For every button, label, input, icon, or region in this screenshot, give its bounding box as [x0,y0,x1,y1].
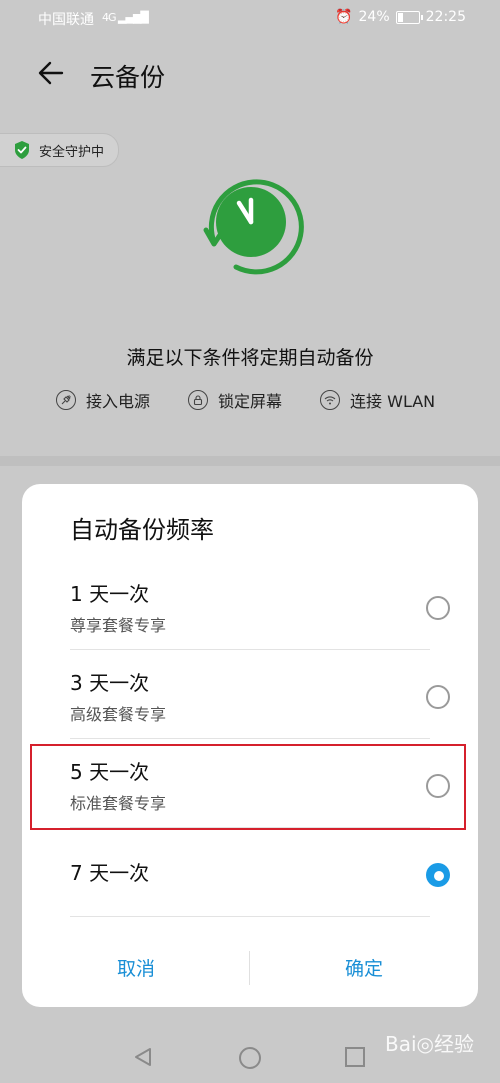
option-label: 3 天一次 [70,671,150,695]
condition-lock: 锁定屏幕 [188,388,282,412]
option-3-days[interactable]: 3 天一次 高级套餐专享 [70,651,450,739]
section-divider [0,456,500,466]
radio-button-selected[interactable] [426,863,450,887]
clock-time: 22:25 [425,9,466,25]
option-1-day[interactable]: 1 天一次 尊享套餐专享 [70,562,450,650]
condition-label: 接入电源 [86,392,151,411]
wifi-icon [320,390,341,410]
conditions-list: 接入电源 锁定屏幕 连接 WLAN [56,388,435,412]
option-divider [70,649,430,650]
lock-icon [188,390,209,410]
conditions-title: 满足以下条件将定期自动备份 [126,347,374,369]
option-label: 7 天一次 [70,861,150,885]
status-right: ⏰ 24% 22:25 [335,9,466,25]
battery-percent: 24% [358,9,390,25]
condition-power: 接入电源 [56,388,150,412]
nav-back-icon[interactable] [132,1046,154,1068]
battery-icon [395,10,423,24]
highlight-box [30,744,466,830]
condition-label: 连接 WLAN [350,392,436,411]
confirm-button[interactable]: 确定 [250,944,478,994]
shield-check-icon [15,141,29,159]
option-label: 1 天一次 [70,582,150,606]
condition-label: 锁定屏幕 [218,392,283,411]
badge-label: 安全守护中 [39,144,105,160]
dialog-title: 自动备份频率 [70,516,214,544]
alarm-icon: ⏰ [335,9,353,25]
radio-button[interactable] [426,596,450,620]
option-sub: 尊享套餐专享 [70,616,167,635]
option-7-days[interactable]: 7 天一次 [70,829,450,917]
status-bar: 中国联通 4G ▂▄▆█ ⏰ 24% 22:25 [0,0,500,36]
cancel-button[interactable]: 取消 [22,944,250,994]
watermark: Bai◎经验 [385,1032,474,1056]
nav-recents-icon[interactable] [344,1046,366,1068]
carrier-label: 中国联通 [38,12,94,28]
option-sub: 高级套餐专享 [70,705,167,724]
backup-clock-icon [203,179,304,275]
back-arrow-icon[interactable] [36,58,66,88]
option-divider [70,738,430,739]
security-badge[interactable]: 安全守护中 [0,133,120,167]
nav-home-icon[interactable] [238,1046,262,1070]
signal-icon: 4G ▂▄▆█ [102,11,149,24]
plug-icon [56,390,76,410]
option-divider [70,916,430,917]
page-title: 云备份 [90,63,166,92]
condition-wlan: 连接 WLAN [320,388,435,412]
radio-button[interactable] [426,685,450,709]
